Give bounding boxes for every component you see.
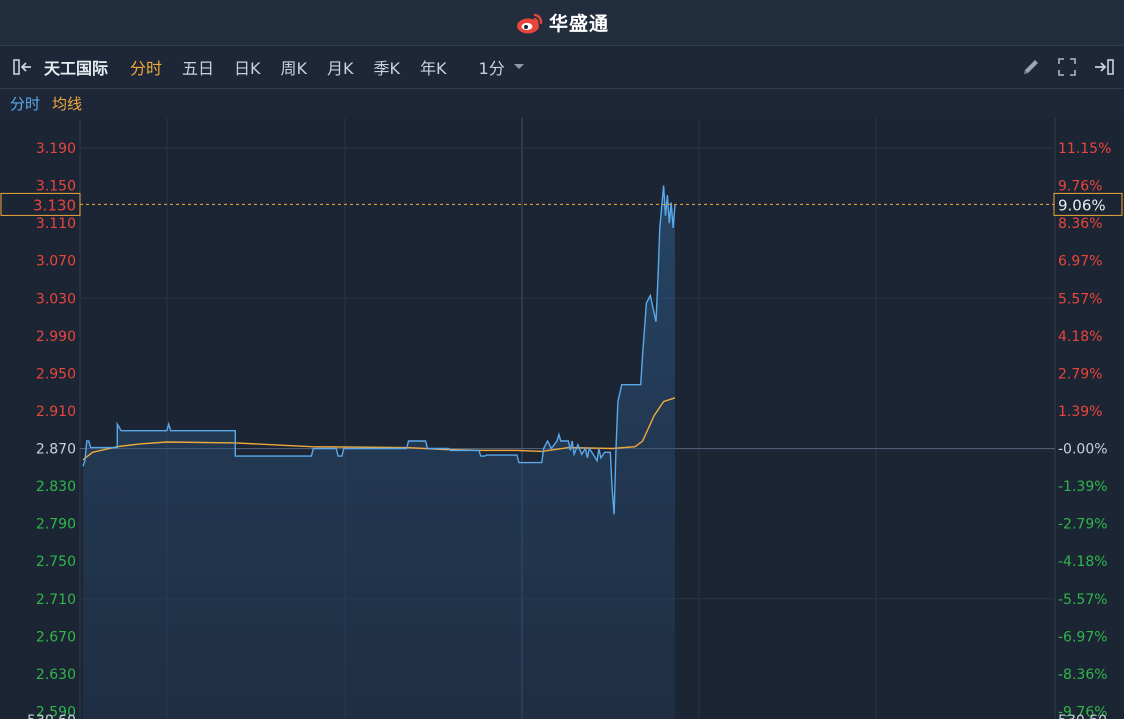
tab-period-intraday[interactable]: 分时 [130,55,162,79]
tab-period-quarterly[interactable]: 季K [374,55,401,79]
toolbar-actions [1020,46,1116,88]
tab-period-daily[interactable]: 日K [234,55,261,79]
brand-name: 华盛通 [548,13,609,35]
volume-scale-label-left: 530.60 [27,713,76,719]
y-tick-label-left: 2.790 [36,517,76,533]
y-tick-label-right: 2.79% [1058,366,1102,382]
y-tick-label-left: 3.070 [36,254,76,270]
y-tick-label-left: 3.150 [36,179,76,195]
y-tick-label-right: -1.39% [1058,479,1108,495]
y-tick-label-right: -4.18% [1058,554,1108,570]
y-tick-label-left: 2.990 [36,329,76,345]
weibo-logo-icon [516,13,543,33]
y-tick-label-right: 11.15% [1058,141,1111,157]
brand-logo: 华盛通 [515,9,609,36]
y-tick-label-left: 2.910 [36,404,76,420]
y-tick-label-left: 2.830 [36,479,76,495]
y-tick-label-left: 2.670 [36,629,76,645]
tab-period-yearly[interactable]: 年K [420,55,447,79]
y-tick-label-left: 2.750 [36,554,76,570]
collapse-left-icon[interactable] [12,57,36,77]
volume-scale-label-right: 530.60 [1058,713,1107,719]
y-tick-label-left: 2.710 [36,592,76,608]
price-cursor: 3.130 9.06% [0,192,1123,216]
y-tick-label-left: 3.030 [36,291,76,307]
y-tick-label-right: -6.97% [1058,629,1108,645]
y-tick-label-right: 6.97% [1058,254,1102,270]
chevron-down-icon [513,64,524,69]
y-tick-label-right: 8.36% [1058,216,1102,232]
title-bar: 华盛通 [0,0,1124,46]
expand-right-icon[interactable] [1092,57,1116,77]
y-axis-right: 11.15% 9.76% 8.36% 6.97% 5.57% 4.18% 2.79% 1.39… [1058,141,1111,719]
y-tick-label-right: -2.79% [1058,517,1108,533]
interval-select[interactable]: 1分 [479,55,525,79]
legend-avg-line[interactable]: 均线 [52,93,82,114]
y-tick-label-right: 1.39% [1058,404,1102,420]
pencil-icon[interactable] [1020,56,1042,78]
y-tick-label-left: 3.110 [36,216,76,232]
tab-period-5day[interactable]: 五日 [182,55,214,79]
y-tick-label-left: 2.950 [36,366,76,382]
y-tick-label-left: 2.630 [36,667,76,683]
toolbar: 天工国际 分时 五日 日K 周K 月K 季K 年K 1分 [0,46,1124,89]
y-tick-label-right: 4.18% [1058,329,1102,345]
legend-price-line[interactable]: 分时 [10,93,40,114]
interval-value: 1分 [478,59,505,78]
y-tick-label-right: 9.76% [1058,179,1102,195]
fullscreen-icon[interactable] [1056,56,1078,78]
current-pct-label: 9.06% [1058,196,1106,214]
legend-bar: 分时 均线 [0,89,1124,118]
y-tick-label-left: 3.190 [36,141,76,157]
y-tick-label-left: 2.870 [36,442,76,458]
y-tick-label-right: -5.57% [1058,592,1108,608]
y-tick-label-right: -8.36% [1058,667,1108,683]
tab-period-weekly[interactable]: 周K [281,55,308,79]
stock-name[interactable]: 天工国际 [44,55,108,79]
y-axis-left: 3.190 3.150 3.110 3.070 3.030 2.990 2.950 2.910… [27,141,76,719]
y-tick-label-right: -0.00% [1058,442,1108,458]
series-layer [82,185,676,719]
tab-period-monthly[interactable]: 月K [327,55,354,79]
y-tick-label-right: 5.57% [1058,291,1102,307]
intraday-chart[interactable]: 3.190 3.150 3.110 3.070 3.030 2.990 2.950 2.910… [0,118,1124,719]
current-price-label: 3.130 [33,196,76,214]
